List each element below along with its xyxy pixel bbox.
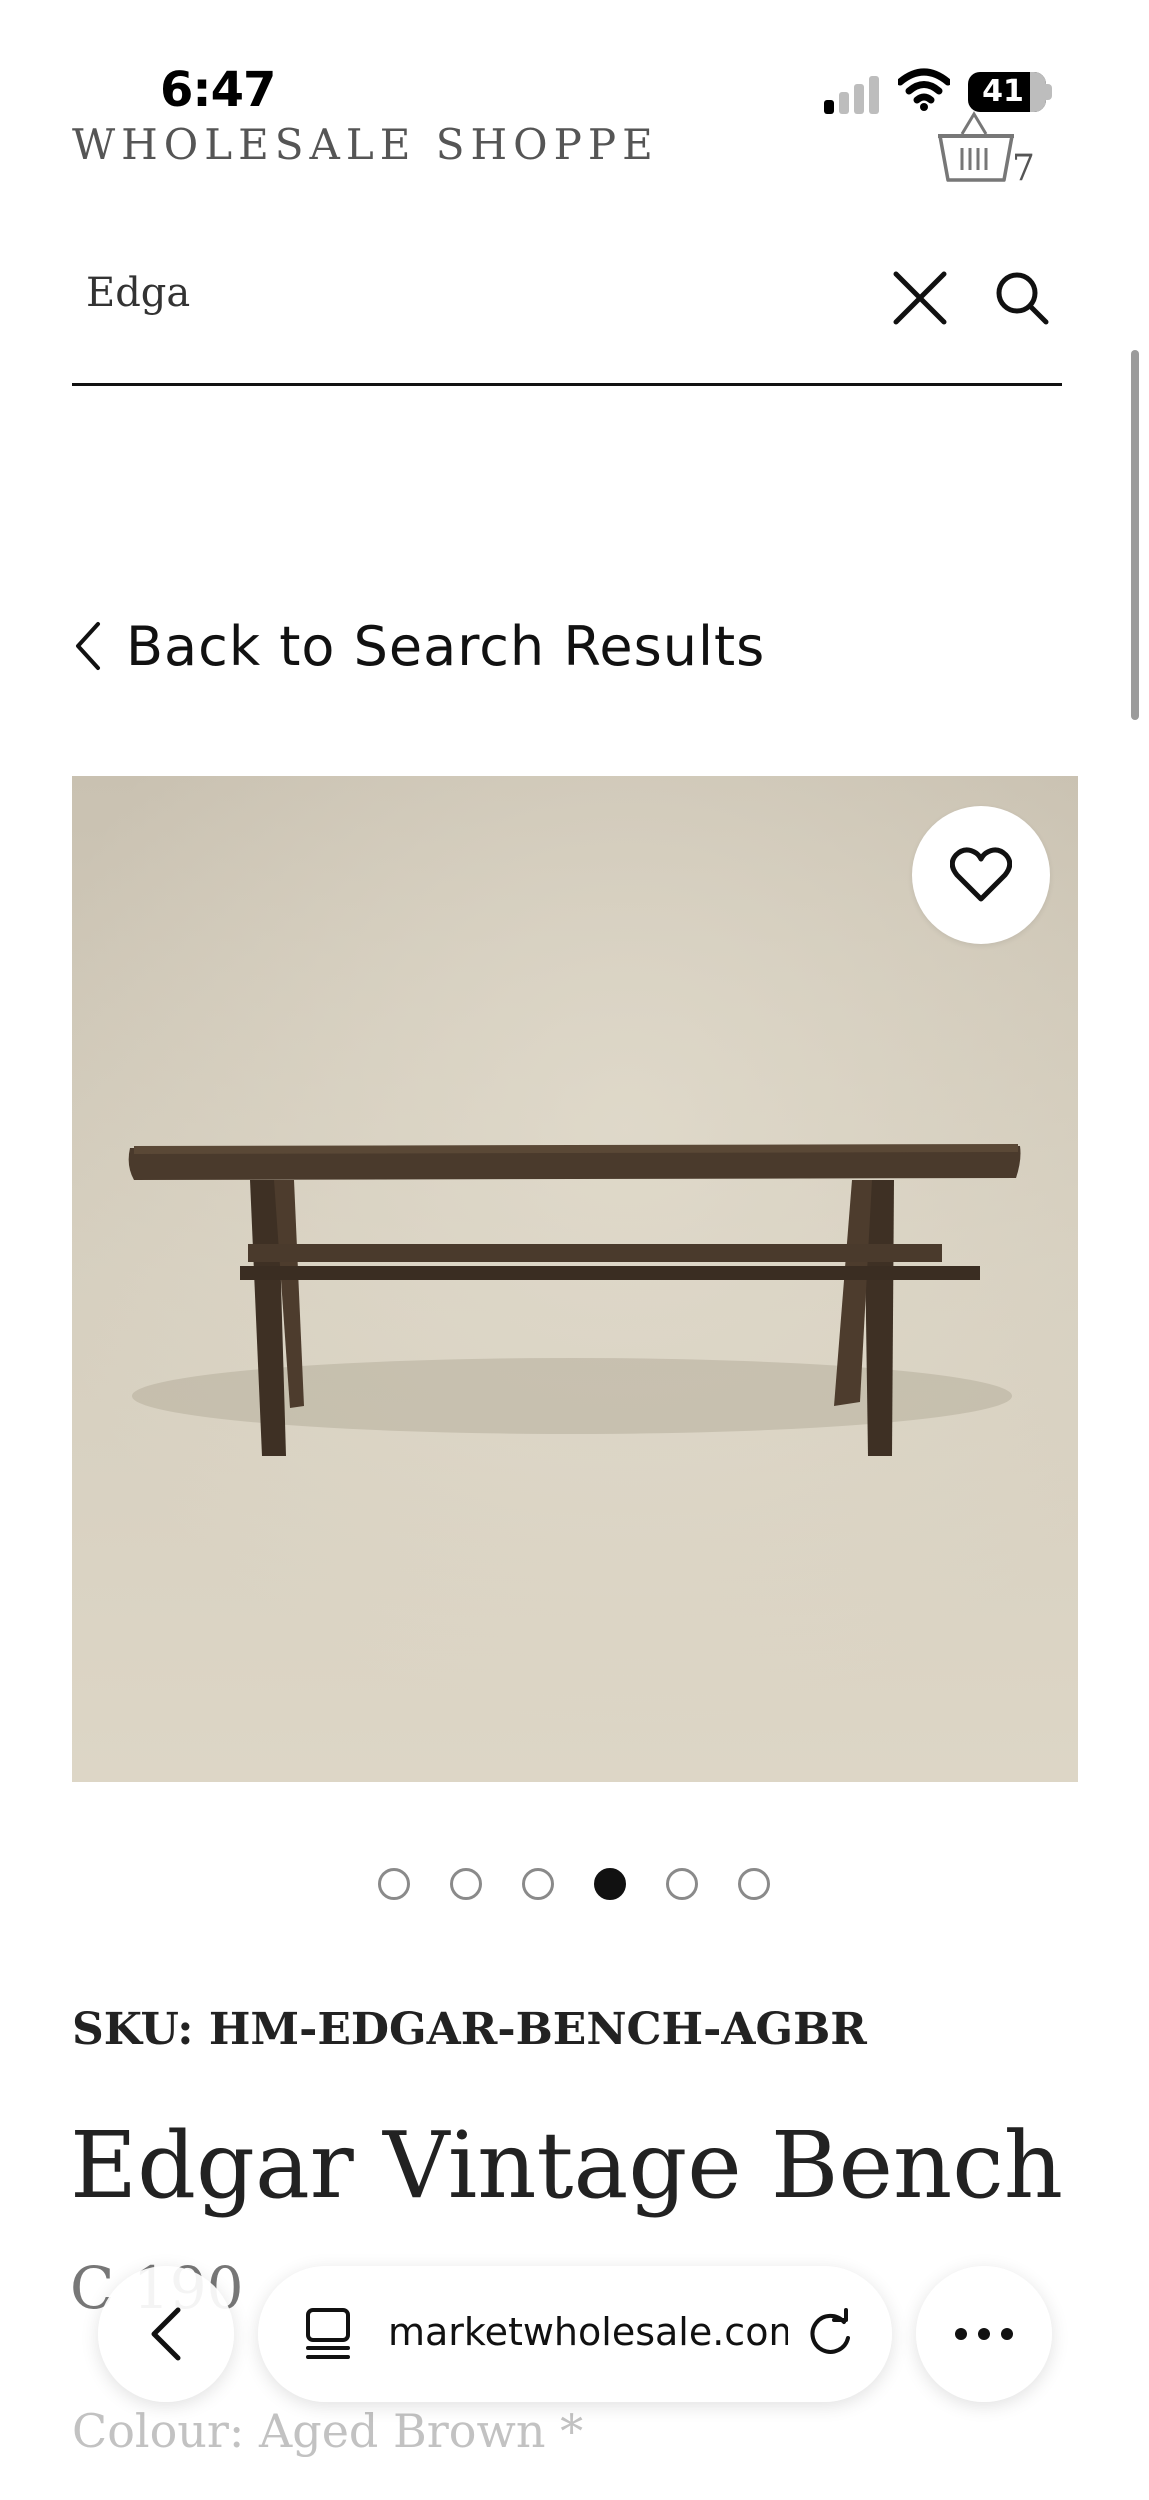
carousel-dot[interactable] [450,1868,482,1900]
close-icon [893,271,947,325]
carousel-dot[interactable] [738,1868,770,1900]
carousel-dot-active[interactable] [594,1868,626,1900]
page-scrollbar[interactable] [1131,350,1139,720]
chevron-left-icon [151,2307,181,2361]
address-bar-url: marketwholesale.com [388,2310,788,2354]
product-sku: SKU: HM-EDGAR-BENCH-AGBR [72,2004,867,2055]
back-link-label: Back to Search Results [126,614,766,678]
product-title: Edgar Vintage Bench [70,2112,1063,2219]
carousel-dot[interactable] [522,1868,554,1900]
search-input[interactable]: Edga [86,270,190,316]
colour-label: Colour: Aged Brown * [72,2404,584,2458]
battery-level: 41 [982,74,1024,109]
wifi-icon [898,68,950,111]
status-time: 6:47 [160,62,276,118]
reload-icon[interactable] [804,2308,856,2360]
tab-overview-icon [306,2308,350,2359]
battery-nub [1046,84,1052,100]
battery-icon: 41 [968,72,1046,112]
back-to-search-results-link[interactable]: Back to Search Results [72,606,765,686]
more-icon [955,2328,1013,2340]
search-bar: Edga [72,240,1062,386]
product-image[interactable] [72,776,1078,1782]
bench-photo [72,776,1078,1782]
cellular-signal-icon [824,74,880,114]
favorite-button[interactable] [912,806,1050,944]
carousel-dot[interactable] [666,1868,698,1900]
cart-icon[interactable] [934,110,1018,186]
chevron-left-icon [76,622,100,670]
clear-search-button[interactable] [882,260,958,336]
address-bar[interactable]: marketwholesale.com [258,2266,892,2402]
cart-count: 7 [1012,148,1035,189]
search-icon [996,272,1049,325]
heart-icon [950,847,1012,902]
carousel-dot[interactable] [378,1868,410,1900]
search-button[interactable] [984,260,1060,336]
browser-back-button[interactable] [98,2266,234,2402]
more-options-button[interactable] [916,2266,1052,2402]
brand-logo[interactable]: WHOLESALE SHOPPE [72,120,659,169]
image-carousel-dots [376,1866,776,1902]
